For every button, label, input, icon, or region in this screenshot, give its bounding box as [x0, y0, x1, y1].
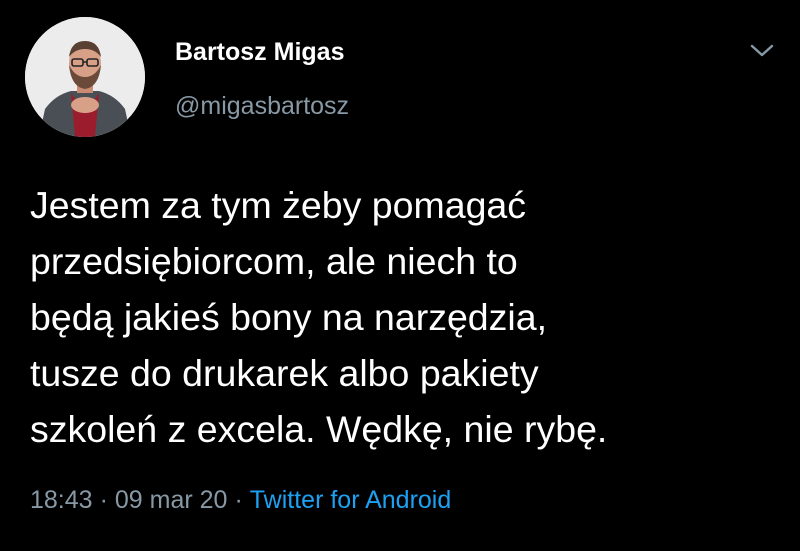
tweet-text-line: przedsiębiorcom, ale niech to: [30, 240, 518, 282]
meta-separator: ·: [99, 486, 108, 514]
tweet-text-line: Jestem za tym żeby pomagać: [30, 184, 527, 226]
profile-photo-icon: [25, 17, 145, 137]
chevron-down-icon[interactable]: [748, 36, 776, 64]
tweet-date[interactable]: 09 mar 20: [115, 486, 228, 514]
author-name[interactable]: Bartosz Migas: [175, 38, 344, 67]
tweet-text-line: szkoleń z excela. Wędkę, nie rybę.: [30, 408, 608, 450]
tweet-text-line: będą jakieś bony na narzędzia,: [30, 296, 548, 338]
tweet-text-line: tusze do drukarek albo pakiety: [30, 352, 539, 394]
tweet-text: Jestem za tym żeby pomagać przedsiębiorc…: [30, 177, 775, 457]
meta-separator: ·: [234, 486, 243, 514]
author-handle[interactable]: @migasbartosz: [175, 92, 349, 121]
tweet-time[interactable]: 18:43: [30, 486, 93, 514]
tweet-card: Bartosz Migas @migasbartosz Jestem za ty…: [0, 0, 800, 551]
avatar[interactable]: [25, 17, 145, 137]
tweet-source-link[interactable]: Twitter for Android: [250, 486, 451, 514]
tweet-meta: 18:43 · 09 mar 20 · Twitter for Android: [30, 486, 451, 515]
